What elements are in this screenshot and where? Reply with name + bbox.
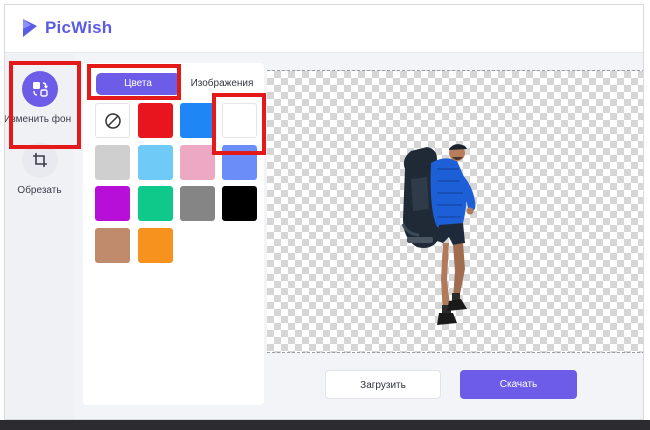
swatch-light-blue[interactable] xyxy=(138,145,173,180)
app-name: PicWish xyxy=(45,18,113,37)
image-canvas[interactable] xyxy=(267,70,643,353)
tool-label: Обрезать xyxy=(17,185,62,196)
tool-crop[interactable]: Обрезать xyxy=(5,142,74,196)
header: PicWish xyxy=(5,5,643,53)
hiker-image xyxy=(401,144,476,325)
swatch-purple[interactable] xyxy=(95,186,130,221)
swatch-green[interactable] xyxy=(138,186,173,221)
tab-images[interactable]: Изображения xyxy=(187,73,257,95)
swatch-red[interactable] xyxy=(138,103,173,138)
swatch-pink[interactable] xyxy=(180,145,215,180)
logo[interactable]: PicWish xyxy=(21,17,112,39)
picwish-logo-icon xyxy=(23,19,37,37)
swatch-black[interactable] xyxy=(222,186,257,221)
swatch-light-gray[interactable] xyxy=(95,145,130,180)
highlight-change-background xyxy=(9,61,81,149)
window-frame-bottom xyxy=(0,420,650,430)
download-button[interactable]: Скачать xyxy=(460,370,577,399)
highlight-white-swatch xyxy=(212,93,266,155)
upload-button[interactable]: Загрузить xyxy=(325,370,441,399)
highlight-colors-tab xyxy=(87,64,181,100)
swatch-tan[interactable] xyxy=(95,228,130,263)
swatch-gray[interactable] xyxy=(180,186,215,221)
swatch-orange[interactable] xyxy=(138,228,173,263)
no-color-icon xyxy=(104,112,121,129)
swatch-none[interactable] xyxy=(95,103,130,138)
app-window: PicWish Изменить фон Обрезать Цвета Изоб… xyxy=(4,4,644,420)
swatch-blue[interactable] xyxy=(180,103,215,138)
